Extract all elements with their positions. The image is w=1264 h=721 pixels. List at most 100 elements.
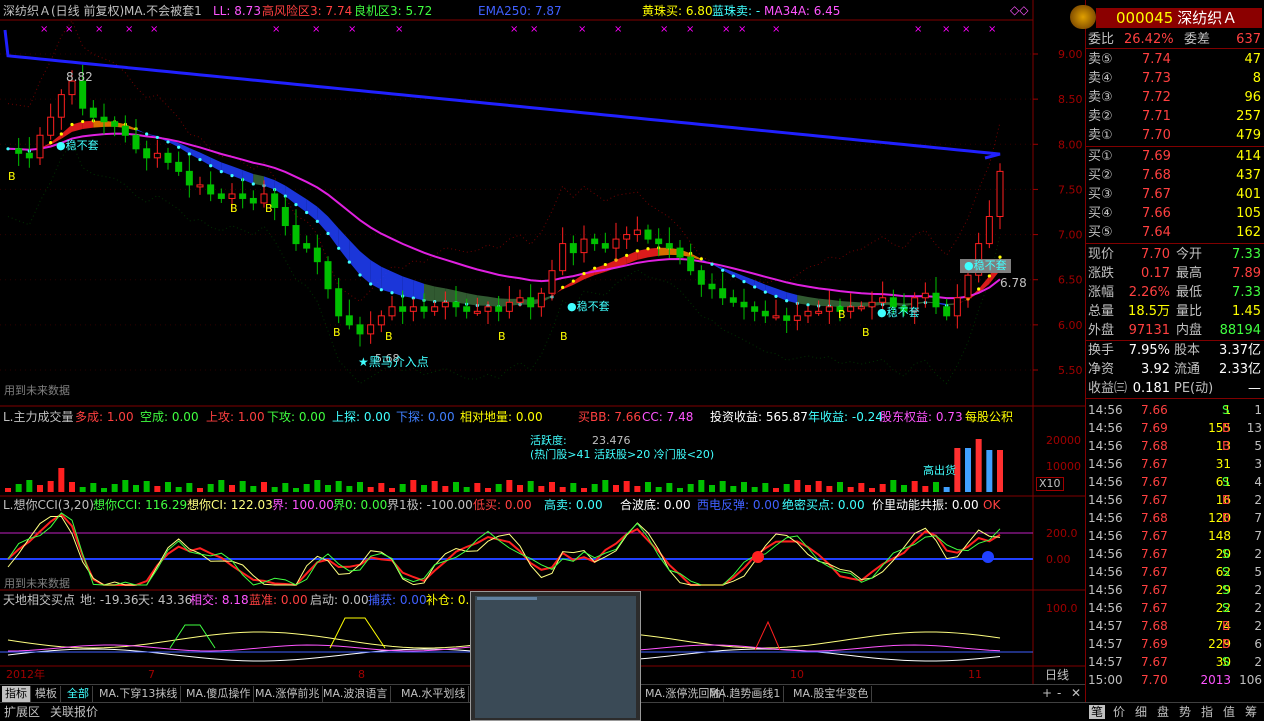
vol-unit[interactable]: X10 [1036,477,1064,491]
trend-band [786,292,798,304]
tick-row[interactable]: 14:57 7.69 229 B 6 [1086,635,1264,653]
quote-tab-1[interactable]: 价 [1111,705,1127,719]
tick-row[interactable]: 14:56 7.67 20 S 2 [1086,545,1264,563]
cci-tick-0: 0.00 [1046,553,1071,566]
vol-xg: 下攻: 0.00 [267,410,326,424]
indicator-tab-0[interactable]: 指标 [2,686,31,702]
pearl-dot [6,147,10,151]
indicator-tab-2[interactable]: 全部 [64,686,93,702]
sell-row-1[interactable]: 卖① 7.70 479 [1086,126,1264,145]
indicator-tab-11[interactable]: MA.股宝华变色 [790,686,873,702]
candle-body [153,152,161,159]
buy-price: 7.69 [1142,149,1171,164]
tick-row[interactable]: 14:56 7.68 120 B 7 [1086,509,1264,527]
tick-time: 14:56 [1088,475,1123,489]
tick-count: 5 [1254,439,1262,453]
volume-bar [602,480,609,492]
floating-popup-window[interactable] [470,591,641,721]
tiandi-signal-3 [754,620,781,651]
price-tick-label: 7.00 [1058,229,1083,242]
quote-tab-5[interactable]: 指 [1199,705,1215,719]
pearl-dot [294,203,298,207]
stat-label: 外盘 [1088,323,1115,338]
diamond-icon[interactable]: ◇◇ [1010,3,1028,17]
volume-bar [965,448,971,492]
tick-row[interactable]: 14:57 7.67 30 S 2 [1086,653,1264,671]
tick-price: 7.69 [1141,421,1168,435]
pearl-dot [145,132,149,136]
trend-band [328,216,339,249]
indicator-tab-7[interactable]: MA.水平划线 [398,686,470,702]
popup-titlebar[interactable] [477,597,537,600]
fund-label-2: 流通 [1174,362,1201,377]
sell-row-4[interactable]: 卖④ 7.73 8 [1086,69,1264,88]
related-quote-button[interactable]: 关联报价 [50,705,98,719]
candle-body [473,310,481,314]
fullscreen-button[interactable]: ✕ [1071,686,1081,700]
buy-row-1[interactable]: 买① 7.69 414 [1086,147,1264,166]
tick-row[interactable]: 14:57 7.68 74 B 2 [1086,617,1264,635]
trend-band [232,166,243,180]
tick-row[interactable]: 14:56 7.67 62 S 5 [1086,563,1264,581]
tick-direction: S [1222,475,1230,489]
sell-row-3[interactable]: 卖③ 7.72 96 [1086,88,1264,107]
quote-tab-7[interactable]: 筹 [1243,705,1259,719]
volume-bar [314,480,321,492]
indicator-tab-6[interactable]: MA.波浪语言 [320,686,392,702]
buy-row-5[interactable]: 买⑤ 7.64 162 [1086,223,1264,242]
tick-row[interactable]: 14:56 7.67 61 S 4 [1086,473,1264,491]
buy-row-3[interactable]: 买③ 7.67 401 [1086,185,1264,204]
tick-time: 14:56 [1088,547,1123,561]
kline-chart-area[interactable]: 9.00 8.50 8.00 7.50 7.00 6.50 6.00 5.50 B B B B B B B B… [0,0,1085,685]
kline-chart-svg[interactable]: 9.00 8.50 8.00 7.50 7.00 6.50 6.00 5.50 B B B B B B B B… [0,0,1085,685]
indicator-tab-3[interactable]: MA.下穿13抹线 [96,686,182,702]
expand-area-button[interactable]: 扩展区 [4,705,40,719]
indicator-name[interactable]: MA.不会被套1 [124,4,202,18]
quote-tab-0[interactable]: 笔 [1089,705,1106,719]
sell-row-2[interactable]: 卖② 7.71 257 [1086,107,1264,126]
trend-band [733,271,744,282]
quote-tab-2[interactable]: 细 [1133,705,1149,719]
volume-bar [357,482,363,492]
volume-bar [218,480,225,492]
tiandi-indicator-name[interactable]: 天地相交买点 [3,593,75,607]
zoom-out-button[interactable]: - [1057,686,1061,700]
quote-tab-4[interactable]: 势 [1177,705,1193,719]
indicator-tab-5[interactable]: MA.涨停前兆 [252,686,324,702]
indicator-tab-4[interactable]: MA.傻瓜操作 [183,686,255,702]
indicator-tab-10[interactable]: MA.趋势画线1 [706,686,785,702]
buy-row-4[interactable]: 买④ 7.66 105 [1086,204,1264,223]
tick-row[interactable]: 14:56 7.67 29 S 2 [1086,581,1264,599]
volume-bar [570,483,577,492]
candle-body [932,292,940,308]
buy-row-2[interactable]: 买② 7.68 437 [1086,166,1264,185]
zoom-in-button[interactable]: + [1042,686,1052,700]
vol-indicator-name[interactable]: L.主力成交量 [3,410,74,424]
tick-row[interactable]: 14:56 7.67 31 3 [1086,455,1264,473]
pearl-dot [785,299,789,303]
volume-bar [805,485,811,492]
indicator-tab-1[interactable]: 模板 [32,686,61,702]
x-marker: × [578,24,586,35]
pearl-dot [358,273,362,277]
tick-row[interactable]: 14:56 7.66 1 S 1 [1086,401,1264,419]
stock-name: 深纺织Ａ [1177,9,1238,27]
tick-row[interactable]: 14:56 7.67 16 B 2 [1086,491,1264,509]
tick-row[interactable]: 15:00 7.70 2013 106 [1086,671,1264,689]
volume-bar [815,481,822,492]
volume-bar [5,488,11,492]
sell-row-5[interactable]: 卖⑤ 7.74 47 [1086,50,1264,69]
quote-tab-3[interactable]: 盘 [1155,705,1171,719]
volume-bar [495,484,502,492]
tick-row[interactable]: 14:56 7.67 148 7 [1086,527,1264,545]
tick-row[interactable]: 14:56 7.68 13 B 5 [1086,437,1264,455]
period-label[interactable]: 日线 [1045,668,1069,682]
tick-row[interactable]: 14:56 7.69 155 B 13 [1086,419,1264,437]
trend-band [477,295,488,306]
quote-tab-6[interactable]: 值 [1221,705,1237,719]
trend-band [818,298,830,307]
trend-band [637,248,648,260]
tick-row[interactable]: 14:56 7.67 22 S 2 [1086,599,1264,617]
cci-indicator-name[interactable]: L.想你CCI(3,20) [3,498,94,512]
stat-value: 18.5万 [1128,304,1170,319]
